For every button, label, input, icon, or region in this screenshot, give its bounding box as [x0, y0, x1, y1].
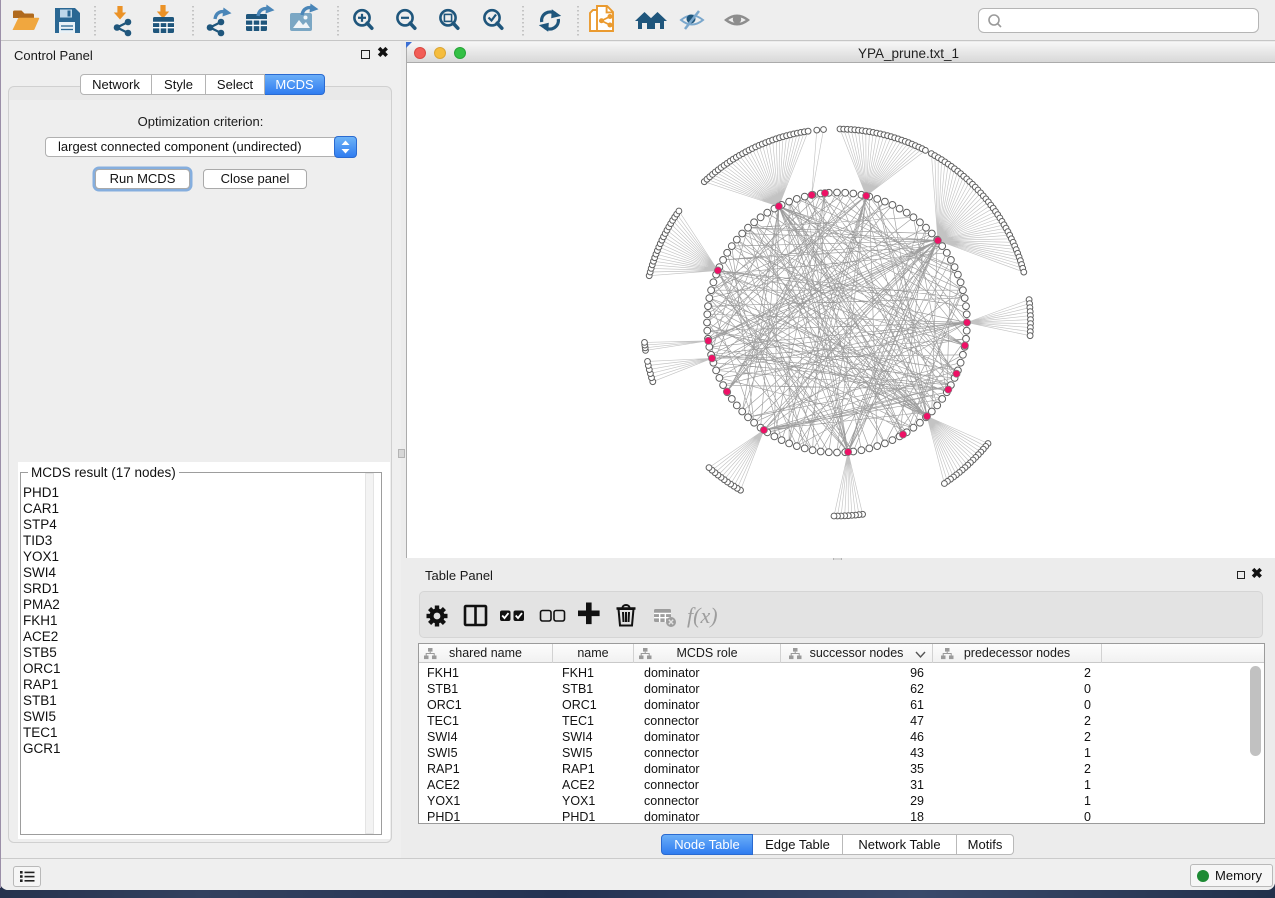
svg-text:f(x): f(x): [687, 603, 718, 628]
